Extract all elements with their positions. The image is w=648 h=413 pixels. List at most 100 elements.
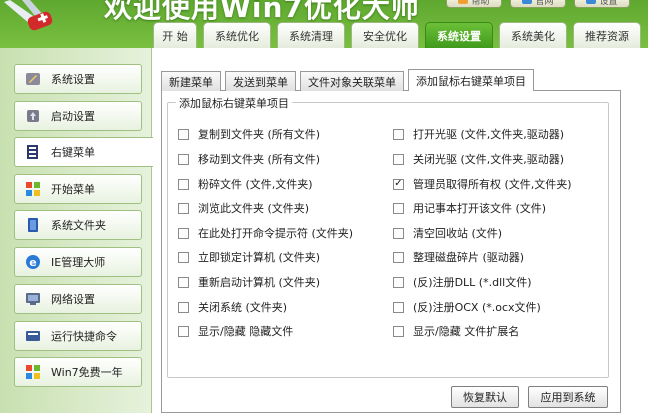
startup-icon [24,107,42,125]
sidebar-item-network-settings[interactable]: 网络设置 [14,284,142,314]
option-label: 显示/隐藏 隐藏文件 [198,325,294,338]
option-take-ownership[interactable]: ✓ 管理员取得所有权 (文件,文件夹) [393,176,572,192]
sidebar-item-run-commands[interactable]: 运行快捷命令 [14,321,142,351]
sidebar-item-startup-settings[interactable]: 启动设置 [14,101,142,131]
checkbox[interactable] [178,251,189,263]
checkbox[interactable] [178,202,189,214]
checkbox[interactable] [393,251,404,263]
option-shutdown-system[interactable]: 关闭系统 (文件夹) [178,299,287,315]
wrench-icon [24,70,42,88]
subtab-file-association-menu[interactable]: 文件对象关联菜单 [300,71,404,91]
option-close-drive[interactable]: 关闭光驱 (文件,文件夹,驱动器) [393,151,564,167]
tab-system-clean[interactable]: 系统清理 [277,22,345,48]
option-browse-folder[interactable]: 浏览此文件夹 (文件夹) [178,200,309,216]
subtab-add-context-items[interactable]: 添加鼠标右键菜单项目 [408,69,534,91]
settings-button[interactable]: 设置 [574,0,630,8]
checkbox[interactable] [393,153,404,165]
option-label: 粉碎文件 (文件,文件夹) [198,178,313,191]
option-toggle-file-extensions[interactable]: 显示/隐藏 文件扩展名 [393,323,519,339]
checkbox[interactable] [178,276,189,288]
context-menu-icon [24,143,42,161]
option-toggle-hidden-files[interactable]: 显示/隐藏 隐藏文件 [178,323,293,339]
checkbox[interactable] [393,276,404,288]
option-copy-to-folder[interactable]: 复制到文件夹 (所有文件) [178,126,320,142]
swiss-knife-logo-icon [4,0,53,31]
apply-to-system-button[interactable]: 应用到系统 [528,386,608,408]
sidebar-item-start-menu[interactable]: 开始菜单 [14,174,142,204]
tab-start[interactable]: 开 始 [153,22,197,48]
tab-security-optimize[interactable]: 安全优化 [351,22,419,48]
option-label: 关闭光驱 (文件,文件夹,驱动器) [413,153,565,166]
option-label: (反)注册OCX (*.ocx文件) [413,301,541,314]
sidebar-item-label: Win7免费一年 [51,366,123,379]
option-label: 移动到文件夹 (所有文件) [198,153,321,166]
tab-system-settings[interactable]: 系统设置 [425,22,493,48]
option-move-to-folder[interactable]: 移动到文件夹 (所有文件) [178,151,320,167]
checkbox-checked[interactable]: ✓ [393,178,404,190]
sub-tabs: 新建菜单 发送到菜单 文件对象关联菜单 添加鼠标右键菜单项目 [161,69,534,91]
option-label: 复制到文件夹 (所有文件) [198,128,321,141]
windows-logo-icon [24,180,42,198]
checkbox[interactable] [178,325,189,337]
website-button[interactable]: 官网 [510,0,566,8]
option-label: (反)注册DLL (*.dll文件) [413,276,532,289]
sidebar-item-label: 系统文件夹 [51,219,106,232]
tab-recommended-resources[interactable]: 推荐资源 [573,22,641,48]
option-empty-recycle-bin[interactable]: 清空回收站 (文件) [393,225,502,241]
subtab-send-to-menu[interactable]: 发送到菜单 [225,71,296,91]
sidebar-item-ie-manager[interactable]: e IE管理大师 [14,247,142,277]
option-shred-file[interactable]: 粉碎文件 (文件,文件夹) [178,176,313,192]
option-register-ocx[interactable]: (反)注册OCX (*.ocx文件) [393,299,541,315]
help-label: 帮助 [471,0,490,7]
sidebar-item-label: 启动设置 [51,110,95,123]
help-icon [458,0,469,4]
globe-icon [522,0,533,4]
checkbox[interactable] [393,227,404,239]
tab-system-beautify[interactable]: 系统美化 [499,22,567,48]
checkbox[interactable] [393,301,404,313]
checkbox[interactable] [178,301,189,313]
option-label: 重新启动计算机 (文件夹) [198,276,321,289]
option-label: 立即锁定计算机 (文件夹) [198,251,321,264]
option-label: 整理磁盘碎片 (驱动器) [413,251,525,264]
network-icon [24,290,42,308]
option-label: 打开光驱 (文件,文件夹,驱动器) [413,128,565,141]
checkbox[interactable] [178,128,189,140]
sidebar-item-context-menu[interactable]: 右键菜单 [14,137,153,167]
sidebar-item-system-folder[interactable]: 系统文件夹 [14,210,142,240]
option-label: 浏览此文件夹 (文件夹) [198,202,310,215]
sidebar-item-label: 右键菜单 [51,146,95,159]
checkbox[interactable] [393,202,404,214]
sidebar-item-win7-free-year[interactable]: Win7免费一年 [14,357,142,387]
option-open-cmd-here[interactable]: 在此处打开命令提示符 (文件夹) [178,225,353,241]
option-label: 用记事本打开该文件 (文件) [413,202,547,215]
tab-system-optimize[interactable]: 系统优化 [203,22,271,48]
restore-default-button[interactable]: 恢复默认 [451,386,519,408]
option-open-with-notepad[interactable]: 用记事本打开该文件 (文件) [393,200,546,216]
checkbox[interactable] [178,227,189,239]
checkbox[interactable] [393,128,404,140]
option-register-dll[interactable]: (反)注册DLL (*.dll文件) [393,274,531,290]
sidebar-item-system-settings[interactable]: 系统设置 [14,64,142,94]
option-label: 在此处打开命令提示符 (文件夹) [198,227,354,240]
option-open-drive[interactable]: 打开光驱 (文件,文件夹,驱动器) [393,126,564,142]
option-lock-computer[interactable]: 立即锁定计算机 (文件夹) [178,249,320,265]
option-label: 显示/隐藏 文件扩展名 [413,325,520,338]
option-defragment-disk[interactable]: 整理磁盘碎片 (驱动器) [393,249,524,265]
ie-icon: e [24,253,42,271]
option-label: 关闭系统 (文件夹) [198,301,288,314]
settings-label: 设置 [599,0,618,7]
run-icon [24,327,42,345]
website-label: 官网 [535,0,554,7]
group-title: 添加鼠标右键菜单项目 [176,95,292,111]
checkbox[interactable] [178,178,189,190]
checkbox[interactable] [178,153,189,165]
option-label: 管理员取得所有权 (文件,文件夹) [413,178,572,191]
gear-icon [586,0,597,4]
main-tabs: 开 始 系统优化 系统清理 安全优化 系统设置 系统美化 推荐资源 [153,22,641,48]
option-restart-computer[interactable]: 重新启动计算机 (文件夹) [178,274,320,290]
help-button[interactable]: 帮助 [446,0,502,8]
checkbox[interactable] [393,325,404,337]
windows-logo-icon [24,363,42,381]
subtab-new-menu[interactable]: 新建菜单 [161,71,221,91]
